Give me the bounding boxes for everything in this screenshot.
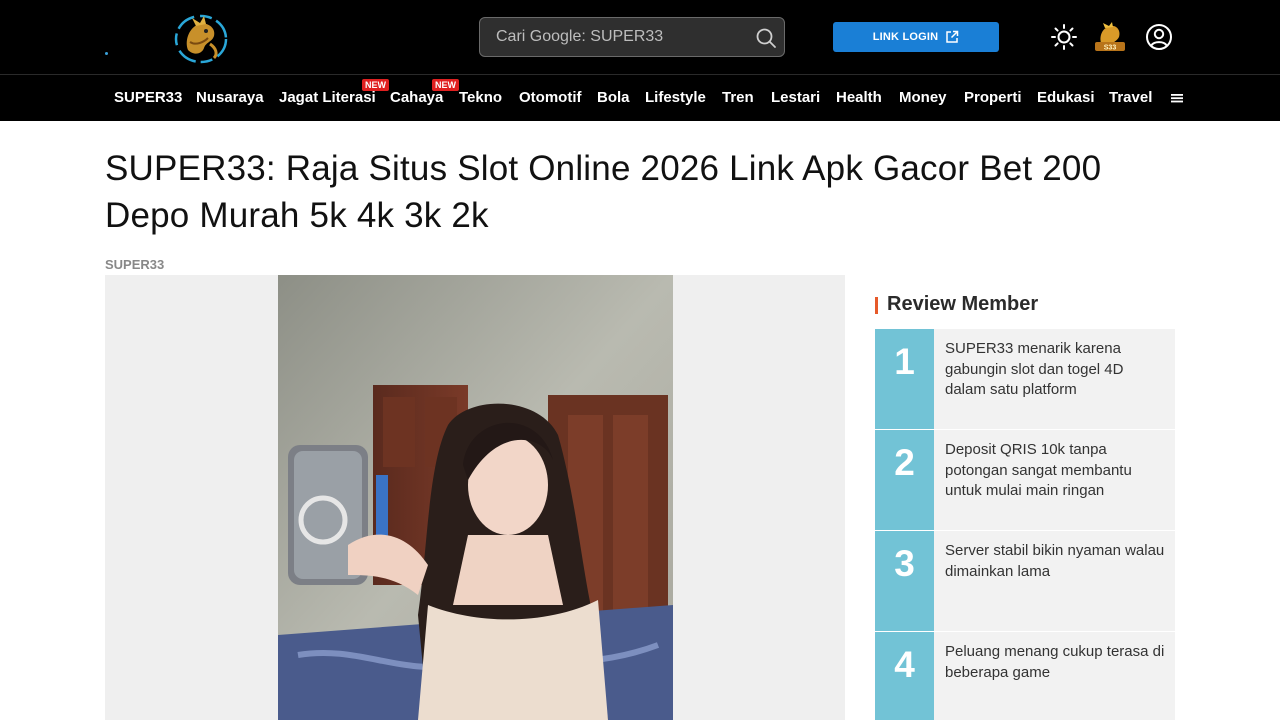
login-button-label: LINK LOGIN xyxy=(872,31,939,43)
review-card[interactable]: 1 SUPER33 menarik karena gabungin slot d… xyxy=(875,329,1175,429)
article-author[interactable]: SUPER33 xyxy=(105,257,164,272)
site-logo[interactable] xyxy=(170,12,232,64)
nav-label: Health xyxy=(836,89,882,106)
nav-item-money[interactable]: Money xyxy=(899,75,947,121)
review-number: 4 xyxy=(875,632,934,720)
top-header: LINK LOGIN S33 xyxy=(0,0,1280,74)
search-icon[interactable] xyxy=(755,27,777,49)
nav-label: Lifestyle xyxy=(645,89,706,106)
nav-label: Tekno xyxy=(459,89,503,106)
review-card[interactable]: 3 Server stabil bikin nyaman walau dimai… xyxy=(875,531,1175,631)
hamburger-menu-icon[interactable] xyxy=(1169,91,1185,105)
review-text: Peluang menang cukup terasa di beberapa … xyxy=(945,643,1165,681)
review-text: Server stabil bikin nyaman walau dimaink… xyxy=(945,542,1165,580)
search-box[interactable] xyxy=(479,17,785,57)
nav-label: Tren xyxy=(722,89,754,106)
review-text: SUPER33 menarik karena gabungin slot dan… xyxy=(945,340,1124,398)
nav-label: Cahaya xyxy=(390,89,444,106)
review-member-heading: Review Member xyxy=(887,293,1039,315)
new-badge: NEW xyxy=(362,79,389,91)
nav-label: Edukasi xyxy=(1037,89,1095,106)
search-input[interactable] xyxy=(496,18,746,56)
article-title: SUPER33: Raja Situs Slot Online 2026 Lin… xyxy=(105,149,1102,235)
user-account-icon[interactable] xyxy=(1145,23,1173,51)
nav-item-bola[interactable]: Bola xyxy=(597,75,630,121)
nav-item-tren[interactable]: Tren xyxy=(722,75,754,121)
nav-label: Bola xyxy=(597,89,630,106)
nav-item-travel[interactable]: Travel xyxy=(1109,75,1152,121)
nav-label: Money xyxy=(899,89,947,106)
hero-image-frame xyxy=(105,275,845,720)
main-navigation: SUPER33 Nusaraya Jagat Literasi NEW Caha… xyxy=(0,75,1280,121)
sun-icon[interactable] xyxy=(1050,23,1078,51)
nav-item-otomotif[interactable]: Otomotif xyxy=(519,75,581,121)
nav-item-properti[interactable]: Properti xyxy=(964,75,1022,121)
nav-label: Nusaraya xyxy=(196,89,264,106)
nav-item-tekno[interactable]: Tekno xyxy=(459,75,502,121)
nav-label: SUPER33 xyxy=(114,89,183,106)
hero-photo xyxy=(278,275,673,720)
nav-label: Lestari xyxy=(771,89,821,106)
logo-accent-dot xyxy=(105,52,108,55)
review-number: 2 xyxy=(875,430,934,530)
nav-item-super33[interactable]: SUPER33 xyxy=(114,75,182,121)
new-badge: NEW xyxy=(432,79,459,91)
login-link-button[interactable]: LINK LOGIN xyxy=(833,22,999,52)
review-number: 1 xyxy=(875,329,934,429)
nav-item-lestari[interactable]: Lestari xyxy=(771,75,820,121)
external-link-icon xyxy=(946,30,959,43)
review-card[interactable]: 2 Deposit QRIS 10k tanpa potongan sangat… xyxy=(875,430,1175,530)
nav-label: Otomotif xyxy=(519,89,582,106)
nav-item-nusaraya[interactable]: Nusaraya xyxy=(196,75,264,121)
svg-text:S33: S33 xyxy=(1104,45,1117,52)
nav-item-lifestyle[interactable]: Lifestyle xyxy=(645,75,706,121)
review-text: Deposit QRIS 10k tanpa potongan sangat m… xyxy=(945,441,1132,499)
nav-item-health[interactable]: Health xyxy=(836,75,882,121)
review-card[interactable]: 4 Peluang menang cukup terasa di beberap… xyxy=(875,632,1175,720)
mascot-logo-icon: S33 xyxy=(1095,22,1125,52)
nav-label: Jagat Literasi xyxy=(279,89,376,106)
nav-item-edukasi[interactable]: Edukasi xyxy=(1037,75,1095,121)
nav-label: Properti xyxy=(964,89,1022,106)
nav-label: Travel xyxy=(1109,89,1153,106)
section-accent-bar xyxy=(875,297,878,314)
review-number: 3 xyxy=(875,531,934,631)
